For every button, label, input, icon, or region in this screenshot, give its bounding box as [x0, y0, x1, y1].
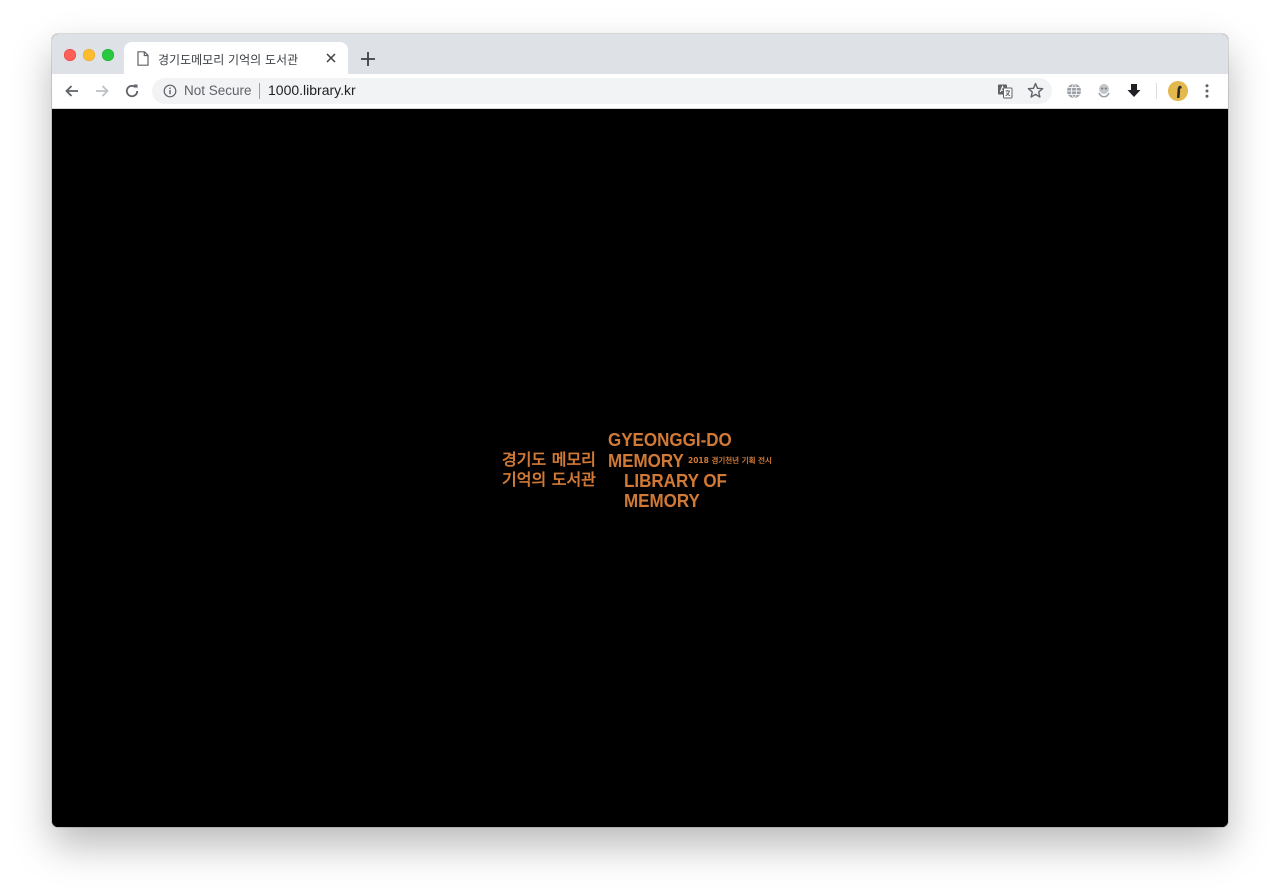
logo-title-ko-line2: 기억의 도서관: [502, 470, 596, 489]
browser-window: 경기도메모리 기억의 도서관 Not Secure 1000.library.k…: [52, 34, 1228, 827]
info-icon[interactable]: [163, 84, 177, 98]
zoom-window-button[interactable]: [102, 49, 114, 61]
reload-icon[interactable]: [123, 82, 141, 100]
active-tab[interactable]: 경기도메모리 기억의 도서관: [124, 42, 348, 74]
browser-toolbar: Not Secure 1000.library.kr: [52, 74, 1228, 109]
bookmark-star-icon[interactable]: [1027, 82, 1044, 99]
page-content: GYEONGGI-DO 경기도 메모리 MEMORY 2018 경기천년 기획 …: [52, 109, 1228, 827]
forward-icon[interactable]: [93, 82, 111, 100]
page-icon: [137, 51, 149, 66]
avatar-image: [1168, 81, 1188, 101]
omnibox-separator: [259, 83, 260, 99]
extension-icon[interactable]: [1095, 82, 1113, 100]
url-text[interactable]: 1000.library.kr: [268, 82, 356, 98]
logo-title-en-line2: MEMORY: [608, 450, 684, 472]
menu-icon[interactable]: [1198, 82, 1216, 100]
address-bar[interactable]: Not Secure 1000.library.kr: [152, 78, 1052, 104]
logo-title-ko-line1: 경기도 메모리: [502, 450, 596, 469]
toolbar-divider: [1156, 83, 1157, 99]
exhibition-logo: GYEONGGI-DO 경기도 메모리 MEMORY 2018 경기천년 기획 …: [500, 429, 790, 512]
avatar[interactable]: [1168, 81, 1188, 101]
globe-extension-icon[interactable]: [1065, 82, 1083, 100]
logo-library-line1: LIBRARY OF: [624, 470, 727, 492]
close-tab-icon[interactable]: [324, 51, 338, 65]
tab-strip: 경기도메모리 기억의 도서관: [52, 34, 1228, 74]
logo-subtitle: 2018 경기천년 기획 전시: [688, 456, 772, 465]
close-window-button[interactable]: [64, 49, 76, 61]
logo-title-en-line1: GYEONGGI-DO: [608, 429, 732, 451]
back-icon[interactable]: [63, 82, 81, 100]
new-tab-icon[interactable]: [358, 49, 378, 69]
translate-icon[interactable]: [997, 83, 1013, 99]
tab-title: 경기도메모리 기억의 도서관: [158, 53, 299, 67]
security-label[interactable]: Not Secure: [184, 83, 252, 98]
minimize-window-button[interactable]: [83, 49, 95, 61]
download-extension-icon[interactable]: [1125, 82, 1143, 100]
logo-library-line2: MEMORY: [624, 490, 700, 512]
